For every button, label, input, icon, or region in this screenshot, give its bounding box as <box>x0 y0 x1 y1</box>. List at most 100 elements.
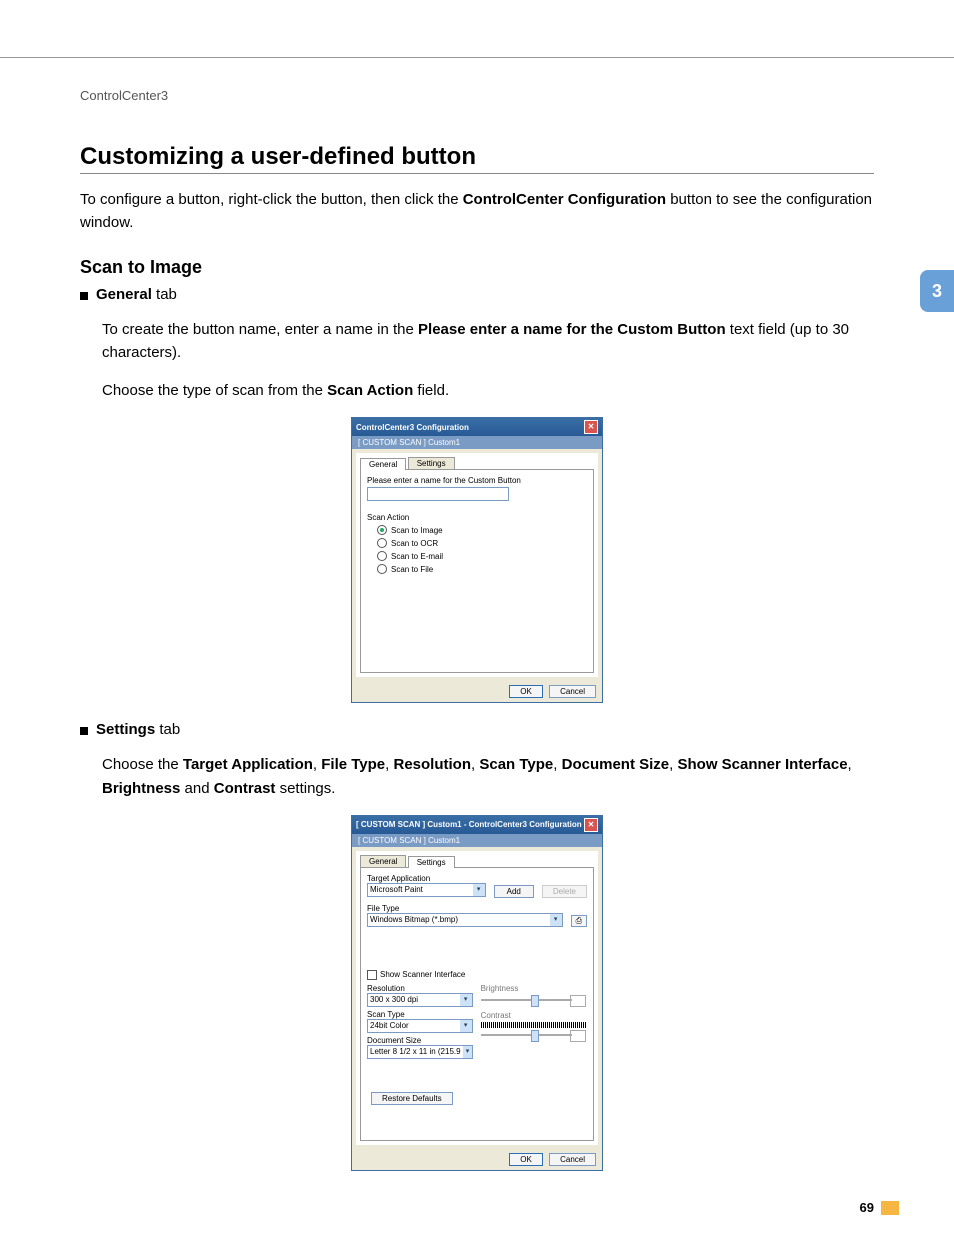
general-tab-rest: tab <box>152 286 177 303</box>
scan-action-label: Scan Action <box>367 513 587 522</box>
chevron-down-icon: ▾ <box>463 1046 471 1058</box>
radio-scan-image[interactable]: Scan to Image <box>377 525 587 535</box>
dialog1-title: ControlCenter3 Configuration <box>356 423 469 432</box>
resolution-dropdown[interactable]: 300 x 300 dpi ▾ <box>367 993 473 1007</box>
slider-thumb <box>531 995 539 1007</box>
bullet-icon <box>80 727 88 735</box>
ok-button[interactable]: OK <box>509 685 543 698</box>
sp-b2: File Type <box>321 756 385 773</box>
cancel-button[interactable]: Cancel <box>549 685 596 698</box>
file-type-value: Windows Bitmap (*.bmp) <box>370 915 458 924</box>
contrast-track <box>481 1022 587 1028</box>
close-icon[interactable]: ✕ <box>584 420 598 434</box>
dialog2-titlebar: [ CUSTOM SCAN ] Custom1 - ControlCenter3… <box>352 816 602 834</box>
scan-type-dropdown[interactable]: 24bit Color ▾ <box>367 1019 473 1033</box>
sp-c6: , <box>848 756 852 773</box>
dialog-settings: [ CUSTOM SCAN ] Custom1 - ControlCenter3… <box>351 815 603 1171</box>
custom-name-input[interactable] <box>367 487 509 501</box>
dialog-general: ControlCenter3 Configuration ✕ [ CUSTOM … <box>351 417 603 703</box>
section-heading: Customizing a user-defined button <box>80 143 874 174</box>
bullet-icon <box>80 292 88 300</box>
radio-icon <box>377 538 387 548</box>
dialog2-subtitle: [ CUSTOM SCAN ] Custom1 <box>352 834 602 847</box>
doc-size-dropdown[interactable]: Letter 8 1/2 x 11 in (215.9 x 279.4 mm) … <box>367 1045 473 1059</box>
brightness-slider[interactable] <box>481 995 587 1005</box>
general-para1: To create the button name, enter a name … <box>102 318 874 365</box>
bullet-settings-tab: Settings tab <box>80 721 874 738</box>
resolution-value: 300 x 300 dpi <box>370 995 418 1004</box>
sp-b3: Resolution <box>394 756 472 773</box>
sp-c2: , <box>385 756 393 773</box>
radio-scan-file[interactable]: Scan to File <box>377 564 587 574</box>
file-type-extra-button[interactable]: ⎙ <box>571 915 587 927</box>
delete-button: Delete <box>542 885 587 898</box>
cancel-button[interactable]: Cancel <box>549 1153 596 1166</box>
settings-tab-rest: tab <box>155 721 180 738</box>
sp-post: settings. <box>275 780 335 797</box>
top-rule <box>0 0 954 58</box>
chevron-down-icon: ▾ <box>460 994 472 1006</box>
checkbox-icon <box>367 970 377 980</box>
sp-c4: , <box>553 756 561 773</box>
chevron-down-icon: ▾ <box>460 1020 472 1032</box>
general-para2: Choose the type of scan from the Scan Ac… <box>102 379 874 402</box>
settings-para: Choose the Target Application, File Type… <box>102 753 874 800</box>
page-number-bar <box>881 1201 899 1215</box>
close-icon[interactable]: ✕ <box>584 818 598 832</box>
doc-size-value: Letter 8 1/2 x 11 in (215.9 x 279.4 mm) <box>370 1047 463 1056</box>
add-button[interactable]: Add <box>494 885 534 898</box>
dialog1-titlebar: ControlCenter3 Configuration ✕ <box>352 418 602 436</box>
sp-b1: Target Application <box>183 756 313 773</box>
radio-scan-ocr[interactable]: Scan to OCR <box>377 538 587 548</box>
show-scanner-label: Show Scanner Interface <box>380 970 465 979</box>
sp-and: and <box>180 780 213 797</box>
sp-b5: Document Size <box>562 756 670 773</box>
brightness-label: Brightness <box>481 984 587 993</box>
intro-bold: ControlCenter Configuration <box>463 191 666 208</box>
scan-to-image-heading: Scan to Image <box>80 257 874 278</box>
file-type-label: File Type <box>367 904 587 913</box>
gp2-bold: Scan Action <box>327 382 413 399</box>
sp-b4: Scan Type <box>479 756 553 773</box>
radio-scan-email[interactable]: Scan to E-mail <box>377 551 587 561</box>
radio-file-label: Scan to File <box>391 565 433 574</box>
radio-icon <box>377 564 387 574</box>
sp-pre: Choose the <box>102 756 183 773</box>
ok-button[interactable]: OK <box>509 1153 543 1166</box>
restore-defaults-button[interactable]: Restore Defaults <box>371 1092 453 1105</box>
target-app-value: Microsoft Paint <box>370 885 423 894</box>
file-type-dropdown[interactable]: Windows Bitmap (*.bmp) ▾ <box>367 913 563 927</box>
scan-type-value: 24bit Color <box>370 1021 409 1030</box>
settings-tab-bold: Settings <box>96 721 155 738</box>
scan-type-label: Scan Type <box>367 1010 473 1019</box>
tab-general[interactable]: General <box>360 855 406 867</box>
dialog2-title: [ CUSTOM SCAN ] Custom1 - ControlCenter3… <box>356 820 582 829</box>
tab-settings[interactable]: Settings <box>408 856 455 868</box>
slider-thumb <box>531 1030 539 1042</box>
slider-track <box>481 1034 573 1036</box>
radio-icon <box>377 525 387 535</box>
radio-ocr-label: Scan to OCR <box>391 539 438 548</box>
brightness-value <box>570 995 586 1007</box>
tab-settings[interactable]: Settings <box>408 457 455 469</box>
sp-c1: , <box>313 756 321 773</box>
tab-general[interactable]: General <box>360 458 406 470</box>
page-number: 69 <box>860 1200 874 1215</box>
custom-name-label: Please enter a name for the Custom Butto… <box>367 476 587 485</box>
target-app-dropdown[interactable]: Microsoft Paint ▾ <box>367 883 486 897</box>
bullet-general-tab: General tab <box>80 286 874 303</box>
general-tab-bold: General <box>96 286 152 303</box>
doc-size-label: Document Size <box>367 1036 473 1045</box>
sp-b7: Brightness <box>102 780 180 797</box>
contrast-slider[interactable] <box>481 1030 587 1040</box>
chevron-down-icon: ▾ <box>473 884 485 896</box>
gp2-post: field. <box>413 382 449 399</box>
chevron-down-icon: ▾ <box>550 914 562 926</box>
breadcrumb: ControlCenter3 <box>80 88 874 103</box>
intro-pre: To configure a button, right-click the b… <box>80 191 463 208</box>
sp-b6: Show Scanner Interface <box>677 756 847 773</box>
show-scanner-row[interactable]: Show Scanner Interface <box>367 970 587 980</box>
gp1-bold: Please enter a name for the Custom Butto… <box>418 321 726 338</box>
intro-paragraph: To configure a button, right-click the b… <box>80 188 874 235</box>
radio-email-label: Scan to E-mail <box>391 552 443 561</box>
